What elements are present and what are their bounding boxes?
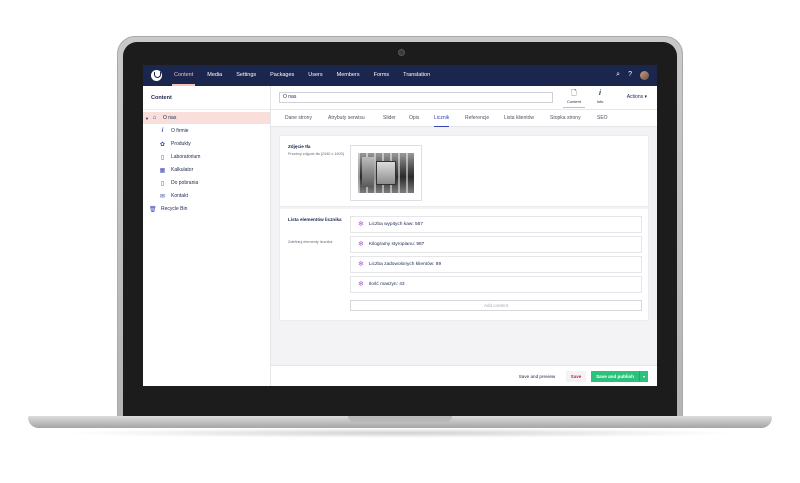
document-icon: ▯ (160, 180, 165, 187)
counter-list-property: Lista elementów licznika Zdefiniuj eleme… (279, 209, 649, 321)
tab-stopka-strony[interactable]: Stopka strony (550, 110, 581, 127)
tree-item-recycle-bin[interactable]: 🗑 Recycle Bin (143, 203, 270, 215)
nav-forms[interactable]: Forms (372, 65, 392, 86)
snowflake-icon: ❄ (358, 220, 364, 228)
calculator-icon: ▦ (159, 167, 166, 174)
nav-content[interactable]: Content (172, 65, 196, 86)
home-icon: ⌂ (152, 115, 157, 121)
tree-item-label: Laboratorium (171, 154, 201, 160)
publish-options-caret-icon[interactable]: ▾ (639, 371, 648, 382)
document-icon: ▯ (160, 154, 165, 161)
info-icon: i (161, 128, 164, 134)
caret-down-icon[interactable]: ▼ (143, 116, 149, 121)
tab-atrybuty-serwisu[interactable]: Atrybuty serwisu (328, 110, 365, 127)
tree-item-label: Do pobrania (171, 180, 199, 186)
avatar[interactable] (640, 70, 649, 80)
content-tree-sidebar: Content ▼ ⌂ O nas i O firmie ✿ Produkty … (143, 86, 271, 386)
tab-opis[interactable]: Opis (409, 110, 419, 127)
tree-item-kalkulator[interactable]: ▦ Kalkulator (143, 164, 270, 176)
tab-slider[interactable]: Slider (383, 110, 396, 127)
counter-item-label: Ilość maszyn: 43 (368, 282, 405, 287)
laptop-shadow (60, 428, 740, 438)
info-app-button[interactable]: i Info (589, 88, 611, 108)
tree-item-label: Produkty (171, 141, 191, 147)
actions-menu-button[interactable]: Actions ▾ (627, 94, 647, 100)
tree-item-laboratorium[interactable]: ▯ Laboratorium (143, 151, 270, 163)
top-navigation: Content Media Settings Packages Users Me… (143, 65, 657, 86)
background-image-property: Zdjęcie tła Prosimy zdjęcie tła (2440 x … (279, 135, 649, 207)
field-label: Zdjęcie tła (288, 144, 311, 149)
search-icon[interactable]: ⌕ (616, 70, 620, 80)
app-label: Content (566, 99, 581, 104)
mail-icon: ✉ (159, 193, 166, 200)
counter-item[interactable]: ❄ Liczba zadowolonych klientów: 89 (350, 256, 642, 273)
property-tabs: Dane strony Atrybuty serwisu Slider Opis… (271, 110, 657, 127)
top-icons: ⌕ ? (616, 70, 649, 80)
field-description: Zdefiniuj elementy licznika (288, 240, 333, 244)
counter-item[interactable]: ❄ Ilość maszyn: 43 (350, 276, 642, 293)
save-and-publish-button[interactable]: Save and publish (591, 371, 639, 382)
tab-referencje[interactable]: Referencje (465, 110, 489, 127)
gear-icon: ✿ (159, 141, 166, 148)
tree-item-label: Recycle Bin (161, 206, 188, 212)
laptop-notch (348, 416, 452, 422)
nav-users[interactable]: Users (306, 65, 324, 86)
nav-media[interactable]: Media (205, 65, 224, 86)
tree-item-do-pobrania[interactable]: ▯ Do pobrania (143, 177, 270, 189)
tab-lista-klientow[interactable]: Lista klientów (504, 110, 534, 127)
field-description: Prosimy zdjęcie tła (2440 x 1600) (288, 152, 345, 156)
tab-seo[interactable]: SEO (597, 110, 608, 127)
image-picker[interactable] (350, 145, 422, 201)
save-button[interactable]: Save (566, 371, 586, 382)
nav-translation[interactable]: Translation (401, 65, 432, 86)
counter-item[interactable]: ❄ Liczba wypitych kaw: 567 (350, 216, 642, 233)
screen: Content Media Settings Packages Users Me… (143, 65, 657, 386)
tree-item-label: Kontakt (171, 193, 188, 199)
counter-item-label: Kilogramy styropianu: 987 (368, 242, 425, 247)
tree-item-o-firmie[interactable]: i O firmie (143, 125, 270, 137)
counter-item-label: Liczba zadowolonych klientów: 89 (368, 262, 442, 267)
add-content-button[interactable]: Add content (350, 300, 642, 311)
tree-item-kontakt[interactable]: ✉ Kontakt (143, 190, 270, 202)
background-image-thumbnail[interactable] (358, 153, 414, 193)
trash-icon: 🗑 (149, 206, 157, 213)
nav-packages[interactable]: Packages (268, 65, 296, 86)
tree-item-o-nas[interactable]: ▼ ⌂ O nas (143, 112, 270, 124)
node-name-input[interactable]: O nas (279, 92, 553, 103)
snowflake-icon: ❄ (358, 260, 364, 268)
app-label: Info (596, 99, 604, 104)
help-icon[interactable]: ? (628, 70, 632, 80)
nav-settings[interactable]: Settings (234, 65, 258, 86)
field-label: Lista elementów licznika (288, 217, 342, 222)
tree-item-label: O nas (163, 115, 177, 121)
tab-dane-strony[interactable]: Dane strony (285, 110, 312, 127)
nav-members[interactable]: Members (335, 65, 362, 86)
camera-icon (398, 49, 405, 56)
counter-item[interactable]: ❄ Kilogramy styropianu: 987 (350, 236, 642, 253)
snowflake-icon: ❄ (358, 240, 364, 248)
tree-item-produkty[interactable]: ✿ Produkty (143, 138, 270, 150)
content-app-button[interactable]: 🗋 Content (563, 88, 585, 108)
document-icon: 🗋 (571, 90, 577, 97)
counter-item-label: Liczba wypitych kaw: 567 (368, 222, 423, 227)
editor-footer: Save and preview Save Save and publish ▾ (271, 365, 657, 386)
save-and-preview-button[interactable]: Save and preview (513, 371, 561, 382)
tab-licznik[interactable]: Licznik (434, 110, 450, 127)
info-icon: i (599, 90, 601, 97)
tree-item-label: O firmie (171, 128, 189, 134)
editor-header: O nas 🗋 Content i Info Actions ▾ (271, 86, 657, 110)
umbraco-logo-icon[interactable] (151, 70, 162, 81)
snowflake-icon: ❄ (358, 280, 364, 288)
sidebar-title: Content (143, 86, 270, 110)
tree-item-label: Kalkulator (171, 167, 194, 173)
